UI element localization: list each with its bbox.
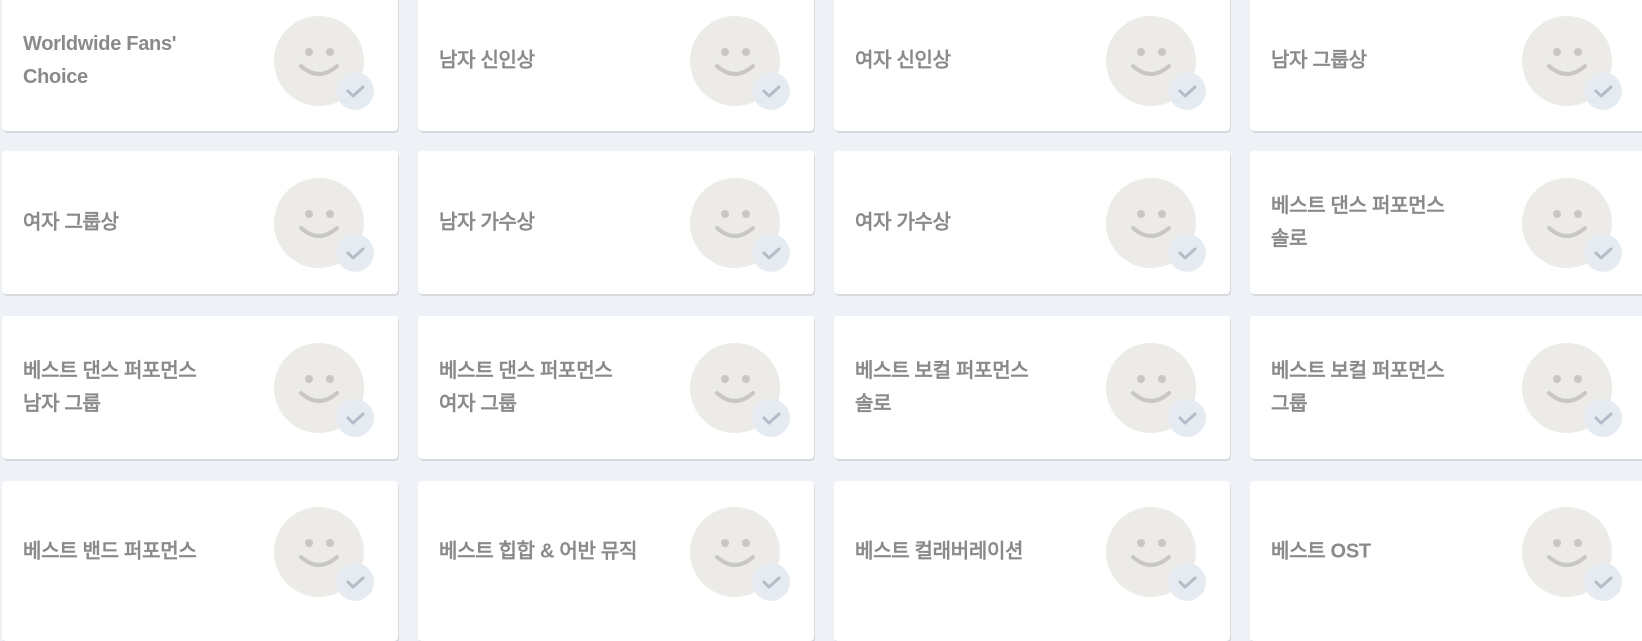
- category-card[interactable]: Worldwide Fans' Choice: [2, 0, 398, 131]
- category-card[interactable]: 베스트 컬래버레이션: [834, 481, 1230, 641]
- smiley-face-icon: [274, 342, 374, 437]
- check-icon[interactable]: [336, 563, 374, 601]
- smiley-face-icon: [690, 342, 790, 437]
- smiley-face-icon: [274, 507, 374, 601]
- check-icon[interactable]: [1584, 563, 1622, 601]
- category-label: 남자 가수상: [439, 211, 535, 233]
- smiley-face-icon: [1522, 177, 1622, 272]
- category-card[interactable]: 베스트 밴드 퍼포먼스: [2, 481, 398, 641]
- check-icon[interactable]: [1168, 563, 1206, 601]
- category-label: 베스트 보컬 퍼포먼스 그룹: [1271, 359, 1445, 415]
- category-label: 남자 신인상: [439, 49, 535, 71]
- category-card[interactable]: 베스트 댄스 퍼포먼스 여자 그룹: [418, 316, 814, 459]
- category-card[interactable]: 남자 신인상: [418, 0, 814, 131]
- category-label: 베스트 댄스 퍼포먼스 여자 그룹: [439, 359, 613, 415]
- category-label: 여자 그룹상: [23, 211, 119, 233]
- category-card[interactable]: 여자 가수상: [834, 151, 1230, 294]
- smiley-face-icon: [274, 15, 374, 110]
- smiley-face-icon: [690, 177, 790, 272]
- smiley-face-icon: [1106, 177, 1206, 272]
- category-card[interactable]: 남자 가수상: [418, 151, 814, 294]
- smiley-face-icon: [1522, 507, 1622, 601]
- check-icon[interactable]: [752, 398, 790, 437]
- smiley-face-icon: [274, 177, 374, 272]
- category-label: 여자 가수상: [855, 211, 951, 233]
- category-card[interactable]: 베스트 보컬 퍼포먼스 솔로: [834, 316, 1230, 459]
- smiley-face-icon: [1106, 15, 1206, 110]
- category-card[interactable]: 베스트 OST: [1250, 481, 1642, 641]
- check-icon[interactable]: [752, 71, 790, 110]
- category-label: Worldwide Fans' Choice: [23, 32, 177, 88]
- check-icon[interactable]: [1584, 398, 1622, 437]
- smiley-face-icon: [1522, 342, 1622, 437]
- category-card[interactable]: 베스트 힙합 & 어반 뮤직: [418, 481, 814, 641]
- category-card[interactable]: 남자 그룹상: [1250, 0, 1642, 131]
- category-label: 베스트 댄스 퍼포먼스 남자 그룹: [23, 359, 197, 415]
- category-grid: Worldwide Fans' Choice 남자 신인상 여자 신인상 남자 …: [0, 0, 1642, 641]
- check-icon[interactable]: [1584, 71, 1622, 110]
- category-label: 베스트 컬래버레이션: [855, 540, 1024, 563]
- check-icon[interactable]: [1168, 398, 1206, 437]
- category-label: 여자 신인상: [855, 49, 951, 71]
- check-icon[interactable]: [1168, 71, 1206, 110]
- check-icon[interactable]: [752, 563, 790, 601]
- smiley-face-icon: [1522, 15, 1622, 110]
- category-label: 베스트 보컬 퍼포먼스 솔로: [855, 359, 1029, 415]
- check-icon[interactable]: [336, 71, 374, 110]
- check-icon[interactable]: [1584, 233, 1622, 272]
- category-label: 베스트 밴드 퍼포먼스: [23, 540, 197, 563]
- category-card[interactable]: 베스트 댄스 퍼포먼스 솔로: [1250, 151, 1642, 294]
- check-icon[interactable]: [752, 233, 790, 272]
- smiley-face-icon: [690, 507, 790, 601]
- category-card[interactable]: 베스트 보컬 퍼포먼스 그룹: [1250, 316, 1642, 459]
- category-label: 남자 그룹상: [1271, 49, 1367, 71]
- smiley-face-icon: [1106, 507, 1206, 601]
- category-card[interactable]: 베스트 댄스 퍼포먼스 남자 그룹: [2, 316, 398, 459]
- check-icon[interactable]: [336, 233, 374, 272]
- smiley-face-icon: [1106, 342, 1206, 437]
- check-icon[interactable]: [336, 398, 374, 437]
- category-label: 베스트 OST: [1271, 540, 1371, 563]
- category-label: 베스트 힙합 & 어반 뮤직: [439, 540, 638, 563]
- category-label: 베스트 댄스 퍼포먼스 솔로: [1271, 194, 1445, 250]
- category-card[interactable]: 여자 신인상: [834, 0, 1230, 131]
- check-icon[interactable]: [1168, 233, 1206, 272]
- category-card[interactable]: 여자 그룹상: [2, 151, 398, 294]
- smiley-face-icon: [690, 15, 790, 110]
